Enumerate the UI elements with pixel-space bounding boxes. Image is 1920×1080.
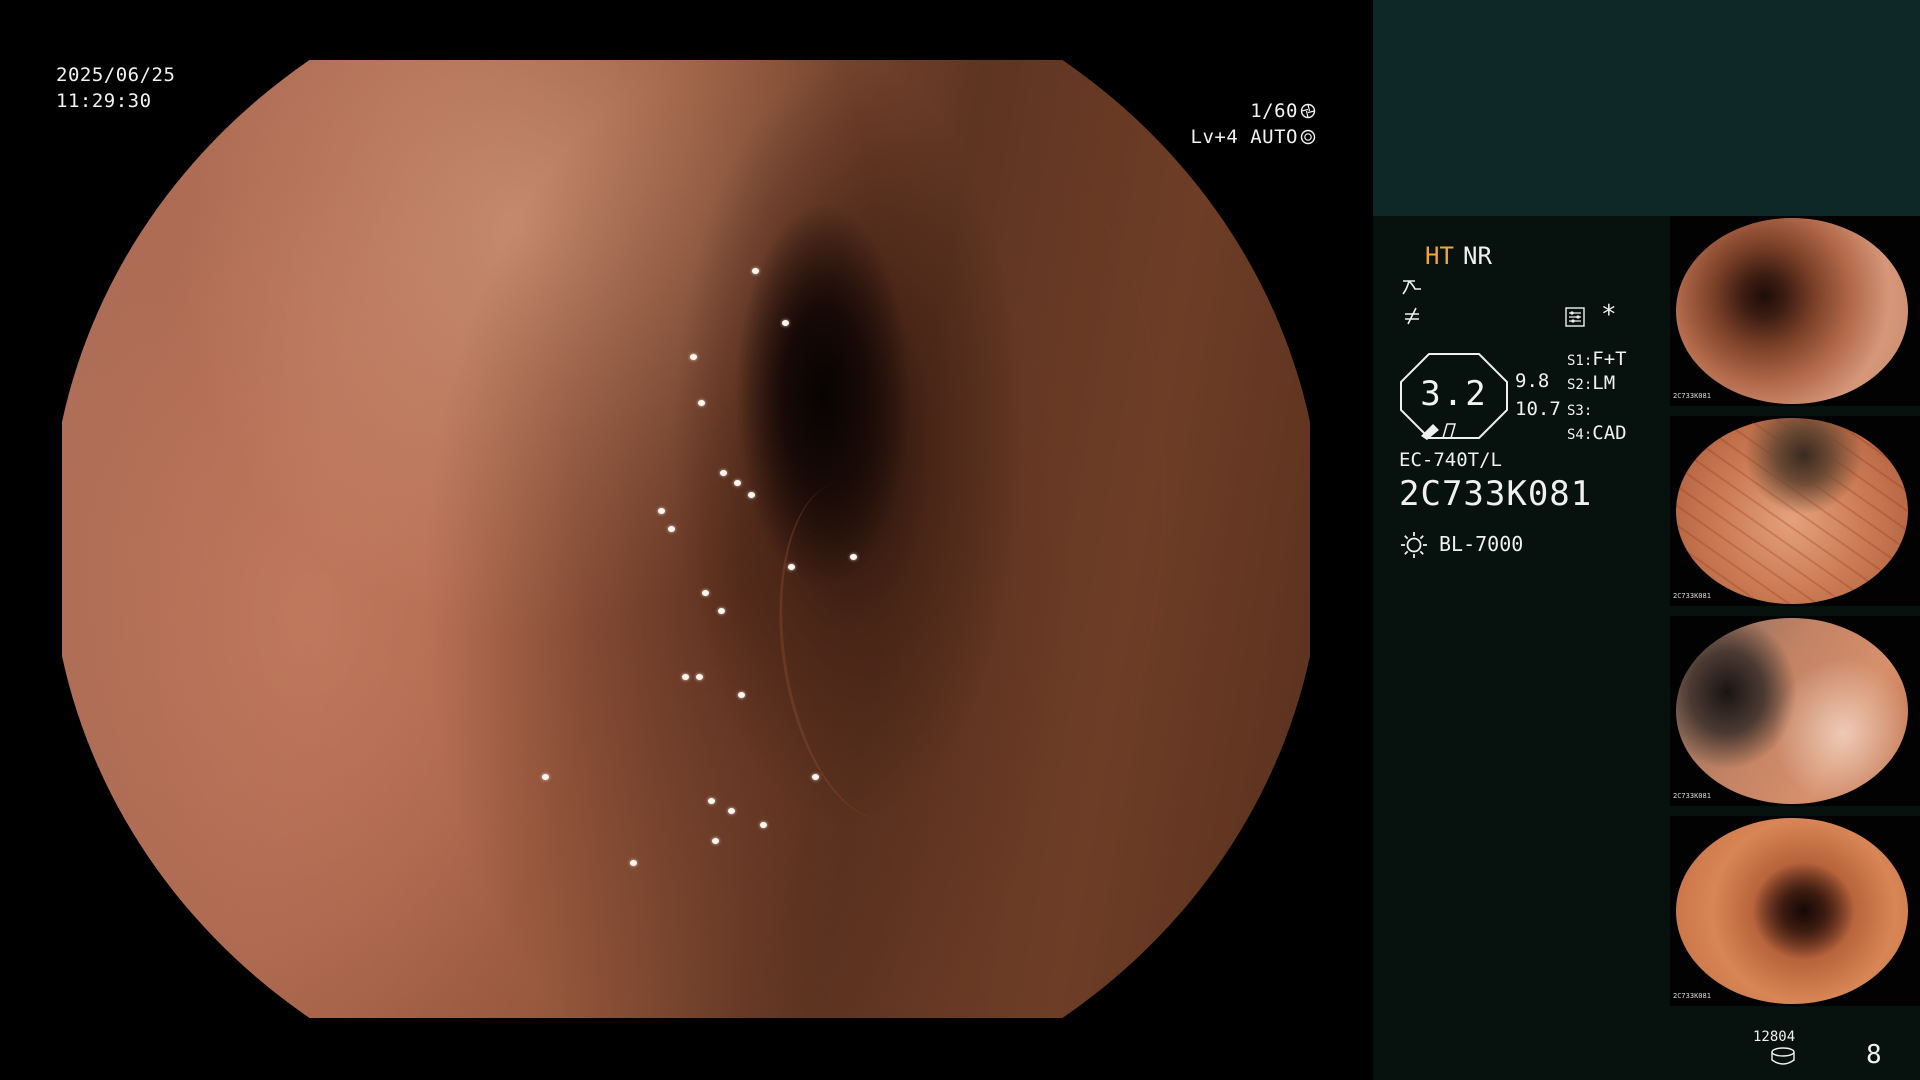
iris-mode: AUTO <box>1250 126 1298 148</box>
air-bubble <box>720 470 727 476</box>
air-bubble <box>738 692 745 698</box>
shutter-readout: 1/60 <box>1191 98 1316 124</box>
air-bubble <box>812 774 819 780</box>
thumbnail-image <box>1676 418 1908 604</box>
air-bubble <box>702 590 709 596</box>
setting-key: S3 <box>1567 403 1584 419</box>
enhance-icon <box>1402 280 1421 295</box>
exam-date: 2025/06/25 <box>56 64 176 86</box>
air-bubble <box>708 798 715 804</box>
shutter-icon <box>1300 103 1316 119</box>
zoom-badge: 3.2 <box>1399 352 1509 440</box>
frame-counter: 12804 <box>1753 1029 1796 1045</box>
ht-mode-label: HT <box>1425 242 1454 270</box>
air-bubble <box>718 608 725 614</box>
scope-serial-number: 2C733K081 <box>1399 474 1593 514</box>
not-equal-icon <box>1405 307 1419 325</box>
air-bubble <box>668 526 675 532</box>
thumbnail-4[interactable]: 2C733K081 <box>1670 816 1920 1006</box>
scope-model: EC-740T/L <box>1399 449 1502 471</box>
setting-value: F+T <box>1592 348 1627 370</box>
air-bubble <box>658 508 665 514</box>
air-bubble <box>690 354 697 360</box>
nr-mode-label: NR <box>1463 242 1492 270</box>
setting-s2: S2:LM <box>1567 372 1616 394</box>
setting-s1: S1:F+T <box>1567 348 1627 370</box>
endoscopy-screen: 2025/06/25 11:29:30 1/60 Lv+4 AUTO HT NR… <box>0 0 1920 1080</box>
shutter-speed: 1/60 <box>1250 100 1298 122</box>
air-bubble <box>712 838 719 844</box>
thumbnail-image <box>1676 618 1908 804</box>
setting-s3: S3: <box>1567 403 1593 419</box>
setting-key: S4 <box>1567 427 1584 443</box>
settings-icon <box>1565 307 1585 327</box>
thumbnail-image <box>1676 218 1908 404</box>
asterisk-marker: * <box>1601 300 1617 330</box>
air-bubble <box>760 822 767 828</box>
thumbnail-label: 2C733K081 <box>1673 992 1711 1000</box>
light-source-model: BL-7000 <box>1439 532 1524 556</box>
captured-thumbnails: 2C733K081 2C733K081 2C733K081 2C733K081 <box>1670 216 1920 1016</box>
thumbnail-label: 2C733K081 <box>1673 792 1711 800</box>
air-bubble <box>630 860 637 866</box>
exam-time: 11:29:30 <box>56 90 152 112</box>
air-bubble <box>542 774 549 780</box>
mucosal-fold <box>922 180 1166 800</box>
datetime-overlay: 2025/06/25 11:29:30 <box>56 62 175 114</box>
page-number: 8 <box>1866 1040 1882 1070</box>
thumbnail-3[interactable]: 2C733K081 <box>1670 616 1920 806</box>
thumbnail-image <box>1676 818 1908 1004</box>
air-bubble <box>734 480 741 486</box>
air-bubble <box>728 808 735 814</box>
exposure-overlay: 1/60 Lv+4 AUTO <box>1191 98 1316 150</box>
setting-value: LM <box>1592 372 1616 394</box>
thumbnail-label: 2C733K081 <box>1673 392 1711 400</box>
air-bubble <box>696 674 703 680</box>
air-bubble <box>748 492 755 498</box>
air-bubble <box>850 554 857 560</box>
air-bubble <box>752 268 759 274</box>
thumbnail-1[interactable]: 2C733K081 <box>1670 216 1920 406</box>
setting-s4: S4:CAD <box>1567 422 1627 444</box>
zoom-value: 3.2 <box>1420 374 1488 414</box>
thumbnail-2[interactable]: 2C733K081 <box>1670 416 1920 606</box>
light-source-icon <box>1401 532 1427 558</box>
zoom-reading-lower: 10.7 <box>1515 398 1561 420</box>
air-bubble <box>788 564 795 570</box>
brightness-level: Lv+4 <box>1190 126 1239 148</box>
storage-icon <box>1771 1047 1795 1065</box>
air-bubble <box>682 674 689 680</box>
air-bubble <box>698 400 705 406</box>
setting-key: S2 <box>1567 377 1584 393</box>
mucosal-fold <box>759 470 968 830</box>
iris-readout: Lv+4 AUTO <box>1191 124 1316 150</box>
endoscope-live-view <box>62 60 1310 1018</box>
panel-header-area <box>1373 0 1920 216</box>
setting-value: CAD <box>1592 422 1627 444</box>
thumbnail-label: 2C733K081 <box>1673 592 1711 600</box>
setting-key: S1 <box>1567 353 1584 369</box>
iris-icon <box>1300 129 1316 145</box>
air-bubble <box>782 320 789 326</box>
zoom-reading-upper: 9.8 <box>1515 370 1550 392</box>
